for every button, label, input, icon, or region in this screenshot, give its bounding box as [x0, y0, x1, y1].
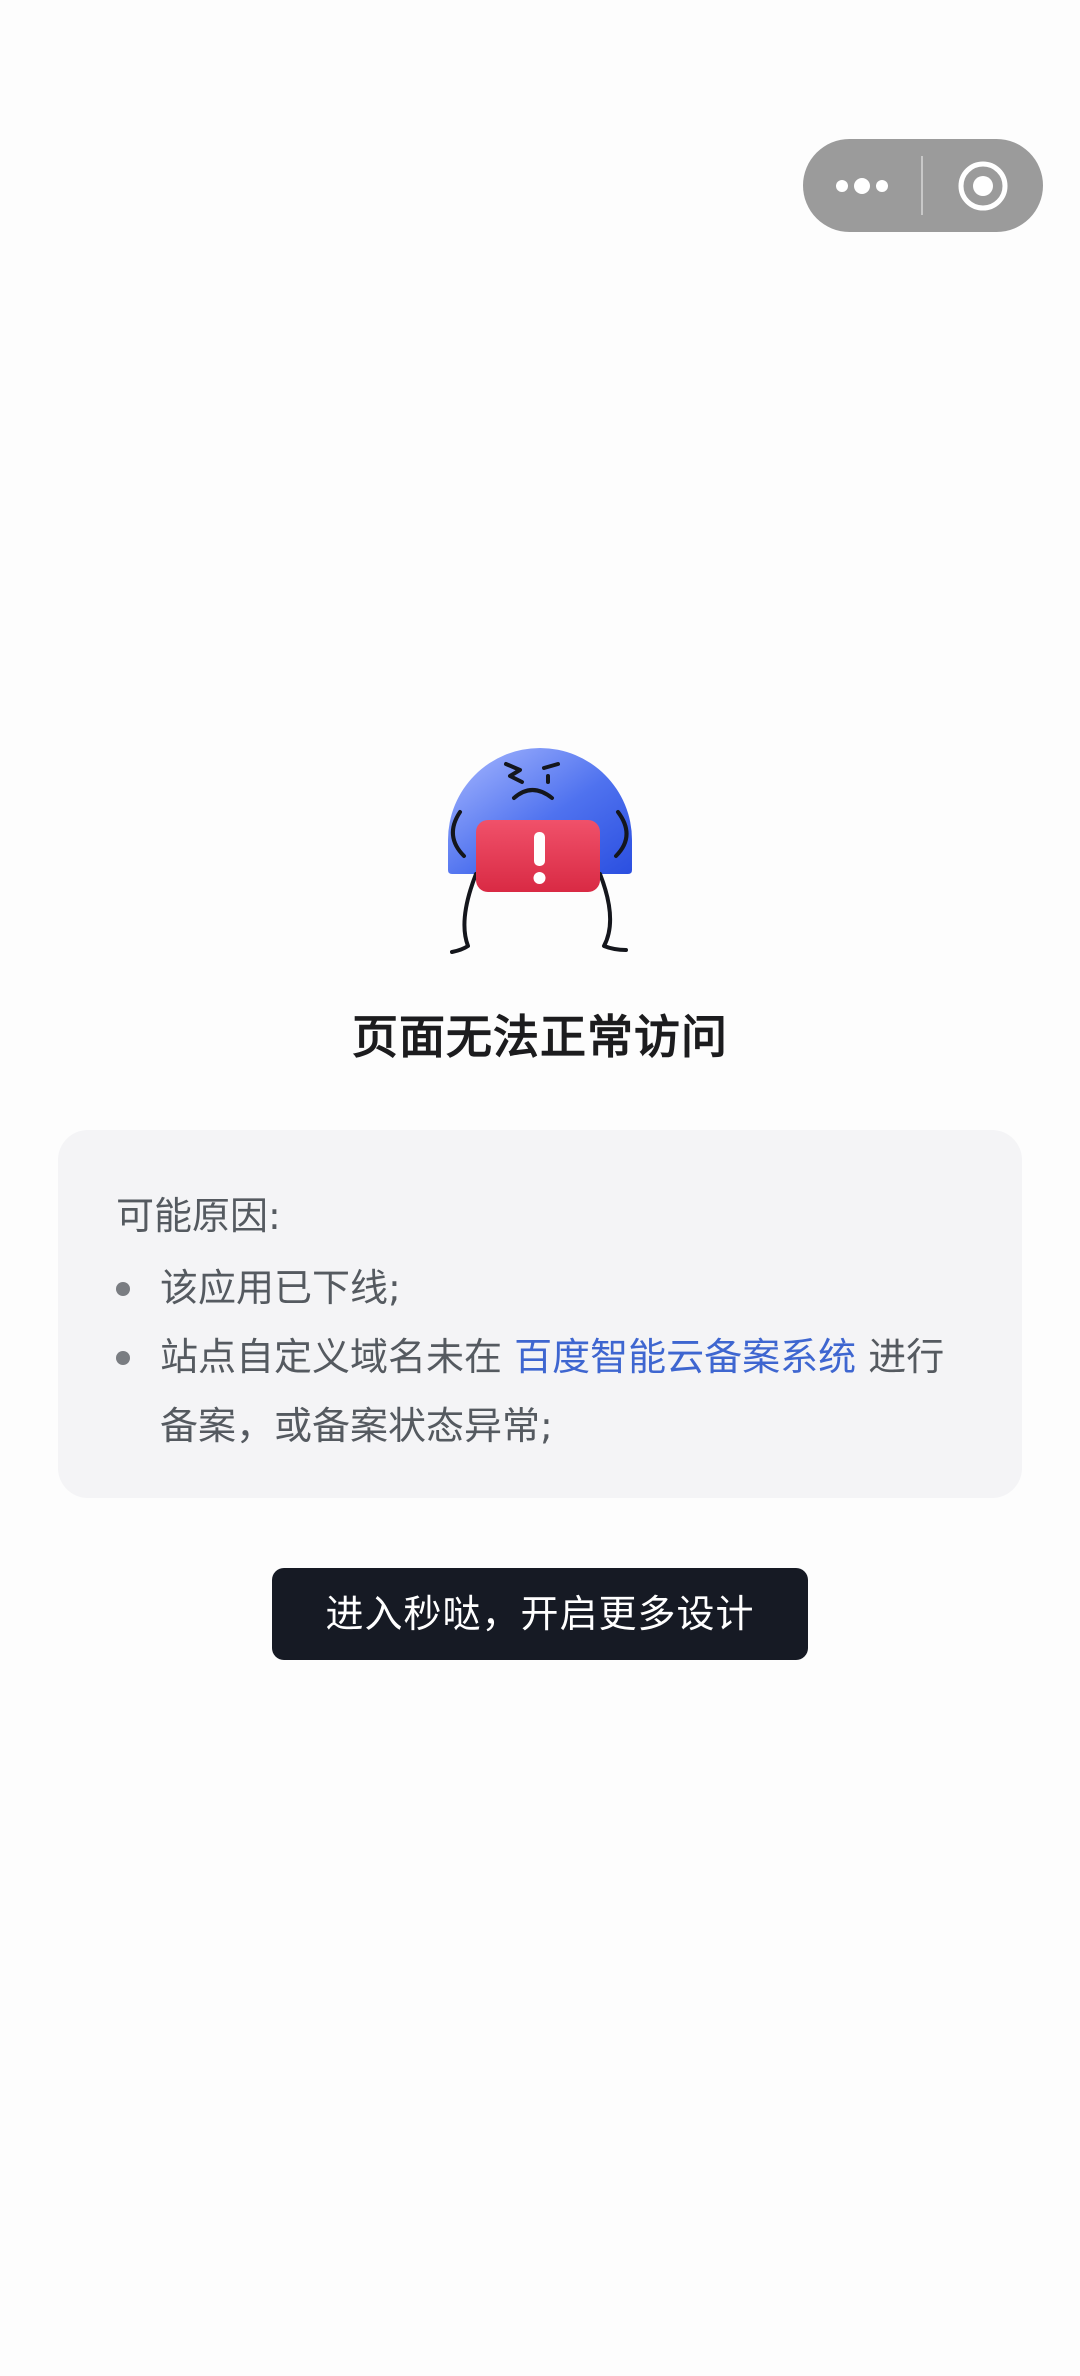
miniprogram-capsule	[803, 139, 1043, 232]
error-title: 页面无法正常访问	[352, 1010, 728, 1064]
target-circle-icon	[958, 161, 1008, 210]
more-dots-icon	[836, 177, 888, 194]
reason-item-domain: 站点自定义域名未在 百度智能云备案系统 进行备案，或备案状态异常;	[116, 1323, 964, 1461]
reason-item-offline: 该应用已下线;	[116, 1254, 964, 1323]
reason-list: 该应用已下线; 站点自定义域名未在 百度智能云备案系统 进行备案，或备案状态异常…	[116, 1254, 964, 1461]
warning-mascot-illustration	[440, 740, 640, 970]
more-button[interactable]	[803, 139, 921, 232]
baidu-cloud-filing-link[interactable]: 百度智能云备案系统	[514, 1335, 856, 1379]
close-miniprogram-button[interactable]	[923, 139, 1043, 232]
warning-mascot-icon	[448, 748, 632, 954]
reason-text: 该应用已下线;	[160, 1266, 401, 1310]
error-page: 页面无法正常访问 可能原因: 该应用已下线; 站点自定义域名未在 百度智能云备案…	[0, 0, 1080, 2376]
bullet-icon	[116, 1351, 130, 1365]
reasons-heading: 可能原因:	[116, 1194, 281, 1238]
enter-miaoda-button[interactable]: 进入秒哒，开启更多设计	[272, 1568, 808, 1660]
possible-reasons-card: 可能原因: 该应用已下线; 站点自定义域名未在 百度智能云备案系统 进行备案，或…	[58, 1130, 1022, 1498]
reason-text-before: 站点自定义域名未在	[160, 1335, 515, 1379]
bullet-icon	[116, 1282, 130, 1296]
